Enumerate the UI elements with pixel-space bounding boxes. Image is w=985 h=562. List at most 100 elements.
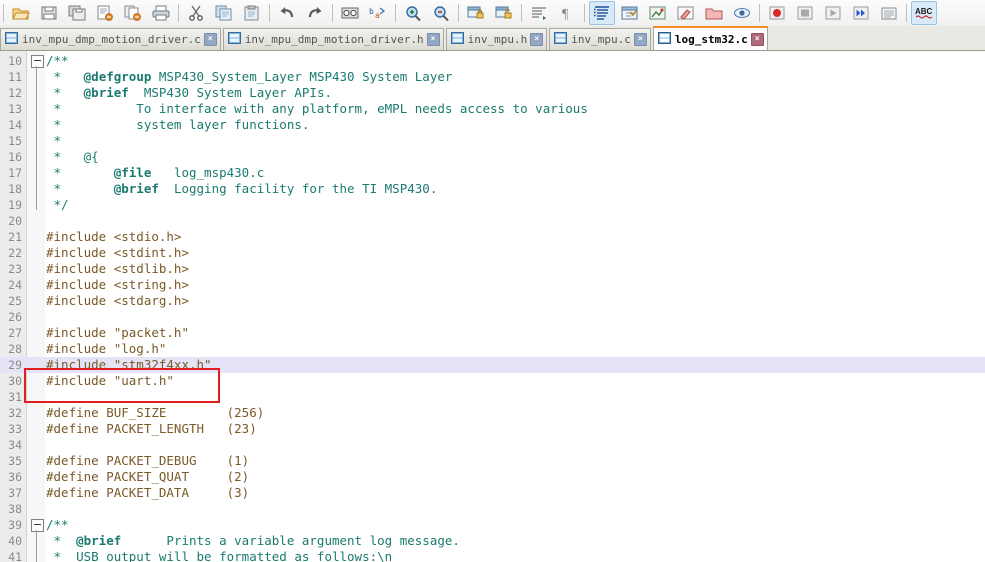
undo-icon[interactable]	[274, 1, 300, 25]
code-line[interactable]: 17 * @file log_msp430.c	[0, 165, 985, 181]
tab-close-icon[interactable]: ×	[750, 32, 764, 46]
tab-log-stm32-c[interactable]: log_stm32.c ×	[652, 26, 768, 50]
preview-icon[interactable]	[729, 1, 755, 25]
code-line[interactable]: 40 * @brief Prints a variable argument l…	[0, 533, 985, 549]
code-line[interactable]: 14 * system layer functions.	[0, 117, 985, 133]
zoom-out-icon[interactable]	[428, 1, 454, 25]
redo-icon[interactable]	[302, 1, 328, 25]
replace-icon[interactable]: ba	[365, 1, 391, 25]
line-text: /**	[46, 53, 69, 69]
toolbar-separator	[759, 4, 760, 22]
code-line[interactable]: 22 #include <stdint.h>	[0, 245, 985, 261]
code-token: Logging facility for the TI MSP430.	[158, 181, 438, 196]
play-macro-icon[interactable]	[820, 1, 846, 25]
line-text: * @brief Logging facility for the TI MSP…	[46, 181, 438, 197]
toolbar-separator	[458, 4, 459, 22]
code-token: #include <stdio.h>	[46, 229, 182, 244]
close-file-icon[interactable]	[92, 1, 118, 25]
code-line[interactable]: 41 * USB output will be formatted as fol…	[0, 549, 985, 562]
zoom-in-icon[interactable]	[400, 1, 426, 25]
lock-window-icon[interactable]	[463, 1, 489, 25]
code-line[interactable]: 16 * @{	[0, 149, 985, 165]
code-line[interactable]: 21 #include <stdio.h>	[0, 229, 985, 245]
record-macro-icon[interactable]	[764, 1, 790, 25]
find-icon[interactable]	[337, 1, 363, 25]
unlock-window-icon[interactable]	[491, 1, 517, 25]
code-token: *	[46, 165, 114, 180]
code-line[interactable]: 28 #include "log.h"	[0, 341, 985, 357]
project-window-icon[interactable]	[701, 1, 727, 25]
open-file-icon[interactable]	[8, 1, 34, 25]
indent-icon[interactable]	[526, 1, 552, 25]
tab-inv-mpu-h[interactable]: inv_mpu.h ×	[445, 28, 548, 50]
save-all-icon[interactable]	[64, 1, 90, 25]
file-icon	[554, 32, 571, 47]
code-line[interactable]: 29 #include "stm32f4xx.h"	[0, 357, 985, 373]
list-window-icon[interactable]	[876, 1, 902, 25]
paragraph-marks-icon[interactable]: ¶	[554, 1, 580, 25]
code-line[interactable]: 26	[0, 309, 985, 325]
copy-icon[interactable]	[211, 1, 237, 25]
line-text: */	[46, 197, 69, 213]
code-line[interactable]: 18 * @brief Logging facility for the TI …	[0, 181, 985, 197]
tab-close-icon[interactable]: ×	[633, 33, 647, 46]
stop-macro-icon[interactable]	[792, 1, 818, 25]
line-text: * @{	[46, 149, 99, 165]
tab-inv-mpu-dmp-motion-driver-h[interactable]: inv_mpu_dmp_motion_driver.h ×	[222, 28, 444, 50]
svg-text:b: b	[369, 7, 374, 16]
code-line[interactable]: 12 * @brief MSP430 System Layer APIs.	[0, 85, 985, 101]
code-line[interactable]: 10/**	[0, 53, 985, 69]
code-token: #define PACKET_DEBUG (1)	[46, 453, 250, 468]
code-line[interactable]: 35 #define PACKET_DEBUG (1)	[0, 453, 985, 469]
code-line[interactable]: 38	[0, 501, 985, 517]
code-line[interactable]: 30 #include "uart.h"	[0, 373, 985, 389]
code-line[interactable]: 31	[0, 389, 985, 405]
code-editor[interactable]: 10/** 11 * @defgroup MSP430_System_Layer …	[0, 51, 985, 562]
print-icon[interactable]	[148, 1, 174, 25]
code-token: #define PACKET_QUAT (2)	[46, 469, 250, 484]
code-line[interactable]: 37 #define PACKET_DATA (3)	[0, 485, 985, 501]
code-line[interactable]: 34	[0, 437, 985, 453]
highlight-icon[interactable]	[673, 1, 699, 25]
fold-collapse-icon[interactable]	[31, 519, 44, 532]
paste-icon[interactable]	[239, 1, 265, 25]
code-line[interactable]: 39/**	[0, 517, 985, 533]
line-text: * USB output will be formatted as follow…	[46, 549, 393, 562]
toolbar-separator	[269, 4, 270, 22]
fold-guide-line	[36, 66, 37, 210]
code-line[interactable]: 24 #include <string.h>	[0, 277, 985, 293]
symbol-window-icon[interactable]	[589, 1, 615, 25]
fast-forward-icon[interactable]	[848, 1, 874, 25]
line-text: * To interface with any platform, eMPL n…	[46, 101, 588, 117]
tab-inv-mpu-c[interactable]: inv_mpu.c ×	[549, 28, 651, 50]
code-line[interactable]: 11 * @defgroup MSP430_System_Layer MSP43…	[0, 69, 985, 85]
tab-label: inv_mpu_dmp_motion_driver.c	[22, 33, 201, 46]
code-line[interactable]: 25 #include <stdarg.h>	[0, 293, 985, 309]
code-line[interactable]: 20	[0, 213, 985, 229]
code-content[interactable]: 10/** 11 * @defgroup MSP430_System_Layer …	[0, 53, 985, 562]
cut-icon[interactable]	[183, 1, 209, 25]
relation-window-icon[interactable]	[645, 1, 671, 25]
code-line[interactable]: 32 #define BUF_SIZE (256)	[0, 405, 985, 421]
tab-close-icon[interactable]: ×	[203, 33, 217, 46]
line-text: * @file log_msp430.c	[46, 165, 265, 181]
svg-text:¶: ¶	[562, 7, 569, 21]
code-line[interactable]: 13 * To interface with any platform, eMP…	[0, 101, 985, 117]
fold-collapse-icon[interactable]	[31, 55, 44, 68]
tab-close-icon[interactable]: ×	[426, 33, 440, 46]
code-line[interactable]: 36 #define PACKET_QUAT (2)	[0, 469, 985, 485]
tab-close-icon[interactable]: ×	[530, 33, 544, 46]
tab-inv-mpu-dmp-motion-driver-c[interactable]: inv_mpu_dmp_motion_driver.c ×	[0, 28, 221, 50]
close-all-icon[interactable]	[120, 1, 146, 25]
context-window-icon[interactable]	[617, 1, 643, 25]
file-icon	[450, 32, 468, 47]
toolbar-separator	[521, 4, 522, 22]
save-file-icon[interactable]	[36, 1, 62, 25]
code-line[interactable]: 27 #include "packet.h"	[0, 325, 985, 341]
code-token: #define PACKET_DATA (3)	[46, 485, 250, 500]
code-line[interactable]: 19 */	[0, 197, 985, 213]
spell-check-icon[interactable]: ABC	[911, 1, 937, 25]
code-line[interactable]: 33 #define PACKET_LENGTH (23)	[0, 421, 985, 437]
code-line[interactable]: 15 *	[0, 133, 985, 149]
code-line[interactable]: 23 #include <stdlib.h>	[0, 261, 985, 277]
